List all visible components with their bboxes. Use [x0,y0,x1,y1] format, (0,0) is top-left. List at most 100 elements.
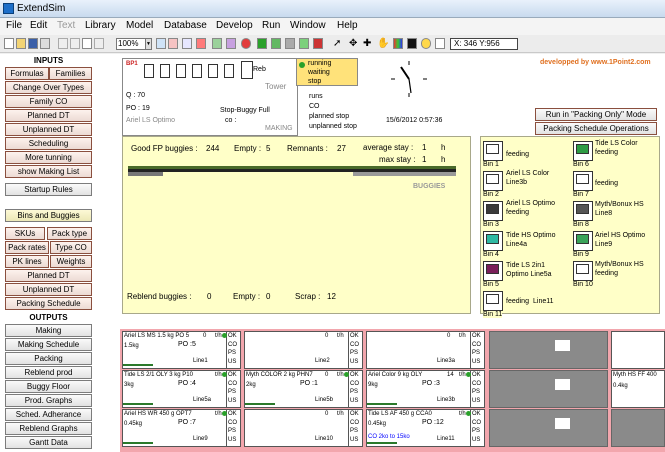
menu-run[interactable]: Run [262,20,280,31]
planned-dt-button[interactable]: Planned DT [5,109,92,122]
copy-icon[interactable] [70,38,80,49]
packing-line[interactable]: 0 t/h Line10 OK CO PS US [244,409,363,447]
weights-button[interactable]: Weights [50,255,92,268]
text-icon[interactable] [435,38,445,49]
color-icon[interactable] [393,38,403,49]
packing-line[interactable]: Ariel Color 9 kg OLY 14 t/h 9kg PO :3 Line3b O… [366,370,485,408]
making-schedule-button[interactable]: Making Schedule [5,338,92,351]
hierarchy-icon[interactable] [212,38,222,49]
step-icon[interactable] [271,38,281,49]
show-making-list-button[interactable]: show Making List [5,165,92,178]
reblend-graphs-button[interactable]: Reblend Graphs [5,422,92,435]
skus-button[interactable]: SKUs [5,227,45,240]
bin-5[interactable] [483,261,503,281]
open-icon[interactable] [16,38,26,49]
debug-icon[interactable] [313,38,323,49]
chevron-down-icon[interactable]: ▼ [145,38,152,50]
bin-2[interactable] [483,171,503,191]
line-weight: 2kg [246,382,256,388]
prod-graphs-button[interactable]: Prod. Graphs [5,394,92,407]
sku-planned-dt-button[interactable]: Planned DT [5,269,92,282]
packing-line[interactable]: 0 t/h Line2 OK CO PS US [244,331,363,369]
line-rate: 0 [325,333,329,339]
bins-panel: Bin 1 feeding Bin 2 Ariel LS Color Line3… [480,136,660,318]
bp-label: BP1 [126,61,138,67]
packing-line[interactable]: Tide LS 2/1 OLY 3 kg P10 t/h 3kg PO :4 Line5… [122,370,241,408]
sku-unplanned-dt-button[interactable]: Unplanned DT [5,283,92,296]
unplanned-dt-button[interactable]: Unplanned DT [5,123,92,136]
pattern-icon[interactable] [407,38,417,49]
line-po: PO :7 [178,419,196,426]
new-icon[interactable] [4,38,14,49]
bin-11[interactable] [483,291,503,311]
gantt-data-button[interactable]: Gantt Data [5,436,92,449]
zoom-in-icon[interactable] [156,38,166,49]
packing-line[interactable]: Myth COLOR 2 kg PHN7 0 t/h 2kg PO :1 Line5b OK… [244,370,363,408]
database-icon[interactable] [226,38,236,49]
drag-cursor-icon[interactable]: ✋ [377,38,389,49]
3d-icon[interactable] [196,38,206,49]
animate-icon[interactable] [299,38,309,49]
pointer-icon[interactable]: ➚ [333,38,343,49]
menu-text[interactable]: Text [57,20,75,31]
packing-schedule-operations-button[interactable]: Packing Schedule Operations [535,122,657,135]
menu-window[interactable]: Window [290,20,326,31]
align-icon[interactable] [182,38,192,49]
status-co: CO [472,380,481,387]
packing-line[interactable]: Ariel HS WR 450 g OPT7 t/h 0.45kg PO :7 Line… [122,409,241,447]
menu-edit[interactable]: Edit [30,20,47,31]
bulb-icon[interactable] [421,38,431,49]
menu-file[interactable]: File [6,20,22,31]
block-cursor-icon[interactable]: ✥ [349,38,359,49]
pack-rates-button[interactable]: Pack rates [5,241,49,254]
menu-library[interactable]: Library [85,20,116,31]
family-co-button[interactable]: Family CO [5,95,92,108]
clone-cursor-icon[interactable]: ✚ [363,38,373,49]
pk-lines-button[interactable]: PK lines [5,255,49,268]
formulas-button[interactable]: Formulas [5,67,49,80]
pause-icon[interactable] [285,38,295,49]
line-rate-unit: t/h [215,411,222,417]
run-packing-only-button[interactable]: Run in "Packing Only" Mode [535,108,657,121]
bin-7[interactable] [573,171,593,191]
making-button[interactable]: Making [5,324,92,337]
bin-10[interactable] [573,261,593,281]
buggy-floor-button[interactable]: Buggy Floor [5,380,92,393]
bin-8[interactable] [573,201,593,221]
menu-database[interactable]: Database [164,20,207,31]
run-icon[interactable] [257,38,267,49]
bin-6[interactable] [573,141,593,161]
packing-schedule-button[interactable]: Packing Schedule [5,297,92,310]
notebook-icon[interactable] [168,38,178,49]
save-icon[interactable] [28,38,38,49]
max-stay-value: 1 [422,155,427,164]
bin-4[interactable] [483,231,503,251]
packing-line[interactable]: 0 t/h Line3a OK CO PS US [366,331,485,369]
menu-model[interactable]: Model [126,20,153,31]
undo-icon[interactable] [94,38,104,49]
packing-button[interactable]: Packing [5,352,92,365]
cut-icon[interactable] [58,38,68,49]
more-tunning-button[interactable]: More tunning [5,151,92,164]
line-status-light-icon [222,411,227,416]
bin-1[interactable] [483,141,503,161]
change-over-types-button[interactable]: Change Over Types [5,81,92,94]
startup-rules-button[interactable]: Startup Rules [5,183,92,196]
paste-icon[interactable] [82,38,92,49]
reblend-prod-button[interactable]: Reblend prod [5,366,92,379]
sched-adherance-button[interactable]: Sched. Adherance [5,408,92,421]
menu-help[interactable]: Help [337,20,358,31]
bins-and-buggies-button[interactable]: Bins and Buggies [5,209,92,222]
pack-type-button[interactable]: Pack type [47,227,92,240]
bin-9[interactable] [573,231,593,251]
bin-3[interactable] [483,201,503,221]
scheduling-button[interactable]: Scheduling [5,137,92,150]
stop-icon[interactable] [241,38,251,49]
reb-slot [241,61,253,79]
print-icon[interactable] [40,38,50,49]
type-co-button[interactable]: Type CO [50,241,92,254]
menu-develop[interactable]: Develop [216,20,253,31]
packing-line[interactable]: Ariel LS MS 1.5 kg PO 5 0 t/h 1.5kg PO :5 Lin… [122,331,241,369]
families-button[interactable]: Families [49,67,92,80]
packing-line[interactable]: Tide LS AF 450 g CCA0 t/h 0.45kg PO :12 CO 2… [366,409,485,447]
